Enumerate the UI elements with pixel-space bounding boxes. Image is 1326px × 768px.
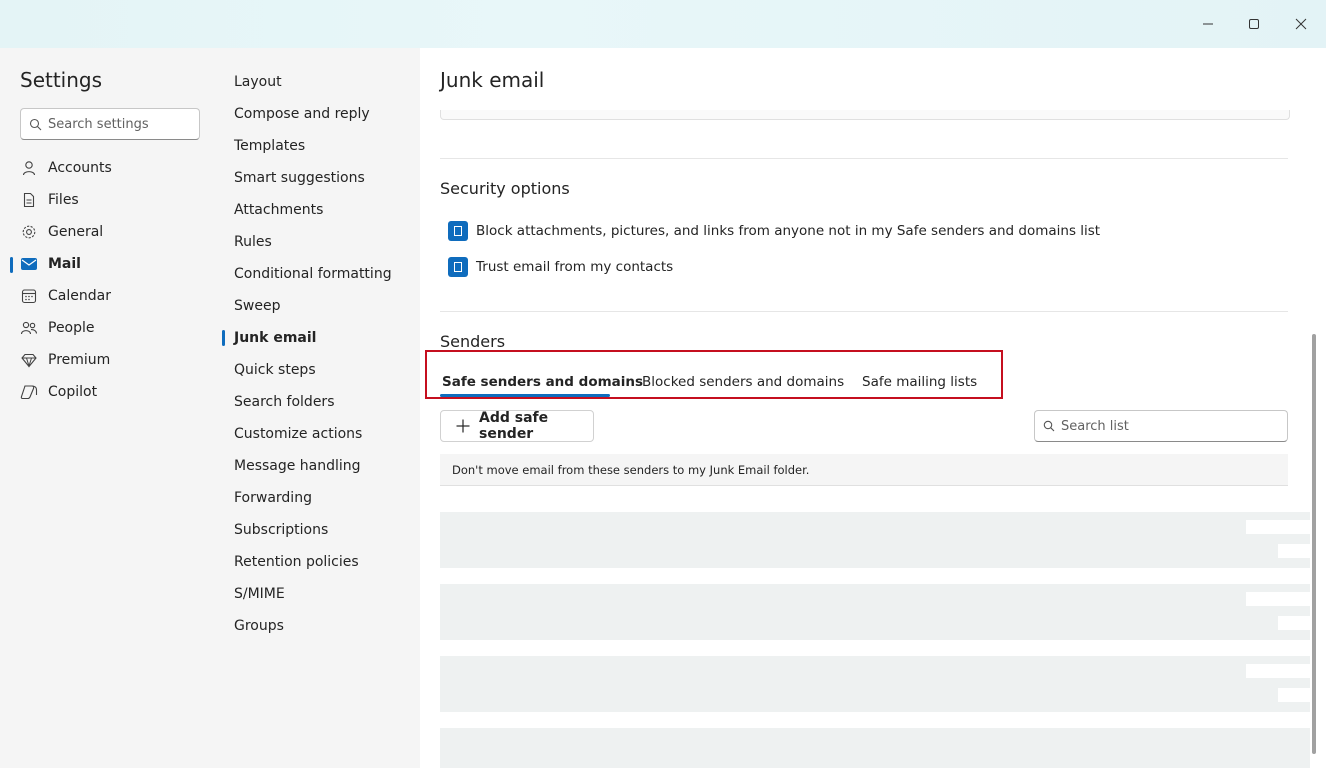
submenu-item-compose-and-reply[interactable]: Compose and reply: [234, 100, 370, 128]
tab-safe-senders-and-domains[interactable]: Safe senders and domains: [442, 374, 643, 390]
sidebar-item-people[interactable]: People: [20, 314, 210, 342]
senders-heading: Senders: [440, 332, 506, 351]
sidebar-item-premium[interactable]: Premium: [20, 346, 210, 374]
search-list-box[interactable]: [1034, 410, 1288, 442]
safe-senders-info-text: Don't move email from these senders to m…: [452, 462, 810, 477]
block-attachments-checkbox[interactable]: Block attachments, pictures, and links f…: [448, 221, 1100, 241]
diamond-icon: [20, 351, 38, 369]
search-list-input[interactable]: [1061, 418, 1261, 434]
submenu-item-rules[interactable]: Rules: [234, 228, 272, 256]
submenu-item-smart-suggestions[interactable]: Smart suggestions: [234, 164, 365, 192]
title-bar: [0, 0, 1326, 48]
submenu-item-forwarding[interactable]: Forwarding: [234, 484, 312, 512]
add-safe-sender-button[interactable]: Add safe sender: [440, 410, 594, 442]
maximize-icon: [1249, 19, 1259, 29]
loading-skeleton-row: [440, 584, 1310, 640]
settings-title: Settings: [20, 68, 103, 92]
loading-skeleton-row: [440, 728, 1310, 768]
calendar-icon: [20, 287, 38, 305]
trust-contacts-checkbox[interactable]: Trust email from my contacts: [448, 257, 673, 277]
loading-skeleton-row: [440, 656, 1310, 712]
sidebar-item-label: People: [48, 320, 95, 336]
sidebar-item-label: Copilot: [48, 384, 98, 400]
sidebar-item-general[interactable]: General: [20, 218, 210, 246]
gear-icon: [20, 223, 38, 241]
active-indicator: [10, 257, 13, 273]
file-icon: [20, 191, 38, 209]
submenu-item-templates[interactable]: Templates: [234, 132, 305, 160]
vertical-scrollbar[interactable]: [1312, 334, 1316, 754]
safe-senders-info-bar: Don't move email from these senders to m…: [440, 454, 1288, 486]
submenu-item-junk-email[interactable]: Junk email: [234, 324, 316, 352]
maximize-button[interactable]: [1239, 10, 1269, 38]
close-button[interactable]: [1286, 10, 1316, 38]
plus-icon: [455, 418, 471, 434]
submenu-item-quick-steps[interactable]: Quick steps: [234, 356, 316, 384]
page-title: Junk email: [440, 68, 545, 92]
sidebar-item-label: Calendar: [48, 288, 111, 304]
checkbox-checked-icon: [448, 257, 468, 277]
sidebar-item-label: Files: [48, 192, 79, 208]
submenu-item-smime[interactable]: S/MIME: [234, 580, 285, 608]
security-options-heading: Security options: [440, 179, 570, 198]
loading-skeleton-row: [440, 512, 1310, 568]
divider: [440, 158, 1288, 159]
minimize-button[interactable]: [1193, 10, 1223, 38]
submenu-item-subscriptions[interactable]: Subscriptions: [234, 516, 328, 544]
tab-blocked-senders-and-domains[interactable]: Blocked senders and domains: [642, 374, 844, 390]
submenu-item-customize-actions[interactable]: Customize actions: [234, 420, 362, 448]
checkbox-checked-icon: [448, 221, 468, 241]
submenu-item-retention-policies[interactable]: Retention policies: [234, 548, 359, 576]
checkbox-label: Block attachments, pictures, and links f…: [476, 223, 1101, 239]
submenu-item-search-folders[interactable]: Search folders: [234, 388, 334, 416]
submenu-item-groups[interactable]: Groups: [234, 612, 284, 640]
sidebar-item-accounts[interactable]: Accounts: [20, 154, 210, 182]
search-icon: [29, 118, 42, 130]
submenu-item-message-handling[interactable]: Message handling: [234, 452, 361, 480]
submenu-item-conditional-formatting[interactable]: Conditional formatting: [234, 260, 392, 288]
mail-icon: [20, 255, 38, 273]
sidebar-item-label: Mail: [48, 256, 81, 272]
divider: [440, 311, 1288, 312]
sidebar-item-mail[interactable]: Mail: [20, 250, 210, 278]
tab-active-underline: [440, 394, 610, 397]
settings-sidebar: Settings Accounts Files General Mail Cal…: [0, 48, 214, 768]
collapsed-list-box: [440, 110, 1290, 120]
tab-safe-mailing-lists[interactable]: Safe mailing lists: [862, 374, 977, 390]
active-indicator: [222, 330, 225, 346]
sidebar-item-label: General: [48, 224, 104, 240]
sidebar-item-copilot[interactable]: Copilot: [20, 378, 210, 406]
checkbox-label: Trust email from my contacts: [476, 259, 674, 275]
submenu-item-sweep[interactable]: Sweep: [234, 292, 280, 320]
submenu-item-layout[interactable]: Layout: [234, 68, 282, 96]
minimize-icon: [1203, 23, 1213, 25]
person-icon: [20, 159, 38, 177]
close-icon: [1295, 18, 1307, 30]
search-icon: [1043, 420, 1055, 432]
search-settings-input[interactable]: [48, 116, 188, 132]
sidebar-item-label: Accounts: [48, 160, 112, 176]
junk-email-panel: Junk email Security options Block attach…: [420, 48, 1326, 768]
sidebar-item-files[interactable]: Files: [20, 186, 210, 214]
mail-settings-menu: Layout Compose and reply Templates Smart…: [214, 48, 420, 768]
people-icon: [20, 319, 38, 337]
copilot-icon: [20, 383, 38, 401]
add-safe-sender-label: Add safe sender: [479, 410, 549, 442]
search-settings-box[interactable]: [20, 108, 200, 140]
sidebar-item-calendar[interactable]: Calendar: [20, 282, 210, 310]
submenu-item-attachments[interactable]: Attachments: [234, 196, 323, 224]
sidebar-item-label: Premium: [48, 352, 111, 368]
